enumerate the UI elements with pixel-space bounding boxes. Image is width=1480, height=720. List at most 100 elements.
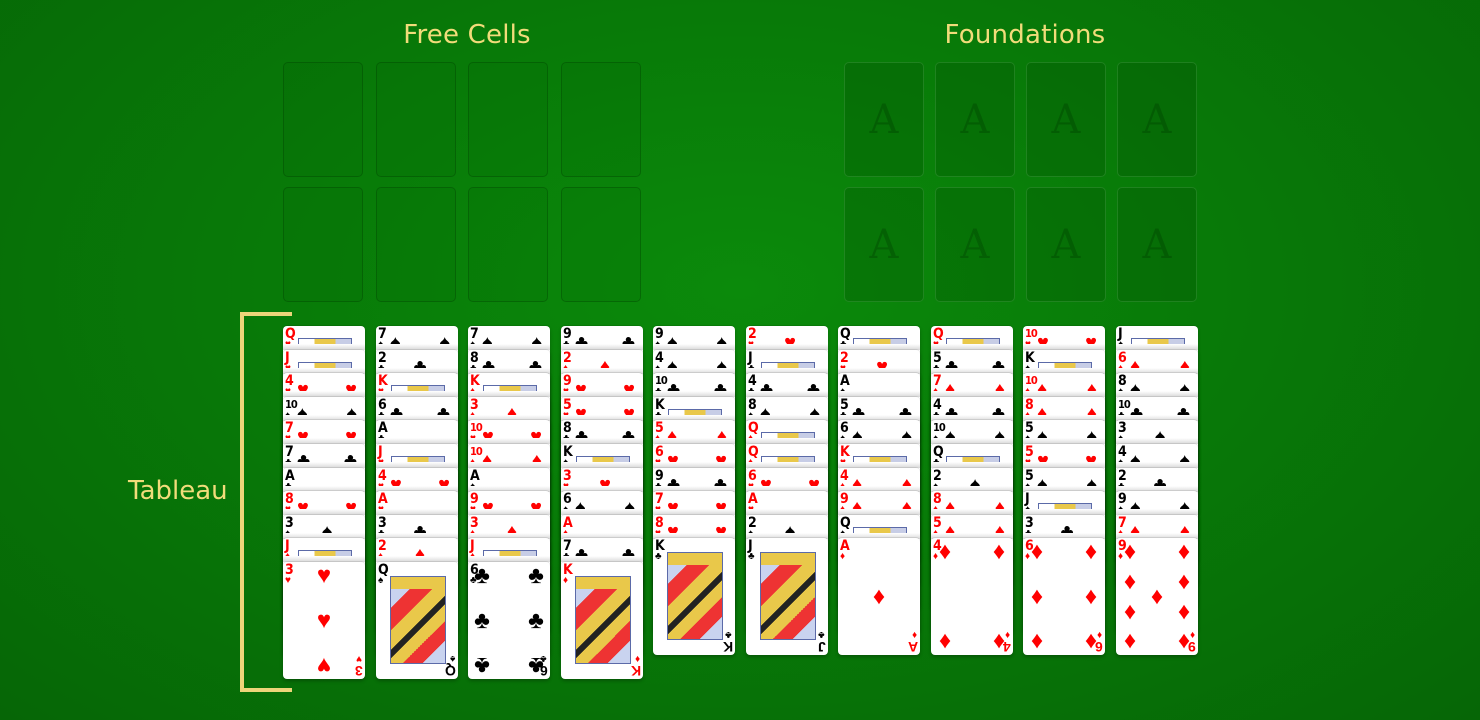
club-suit-icon: ♣: [748, 362, 755, 374]
diamond-pip-icon: ♦: [716, 426, 727, 449]
club-suit-icon: ♣: [840, 339, 847, 350]
club-suit-icon: ♣: [748, 551, 755, 563]
card-pip-row: ♥ ♥: [297, 426, 357, 449]
card-rank-label-inverted: 6: [540, 663, 548, 679]
card-pip-row: ♦ ♦: [945, 498, 1005, 518]
club-pip-icon: ♣: [575, 544, 589, 567]
heart-suit-icon: ♥: [285, 433, 291, 445]
card-pip-row: ♠ ♠: [1037, 475, 1097, 495]
card-pip-row: ♣ ♣: [575, 333, 635, 353]
club-suit-icon: ♣: [933, 362, 940, 374]
club-suit-icon: ♣: [378, 409, 385, 421]
spade-suit-icon: ♠: [1025, 362, 1031, 374]
card-pip-row: ♠ ♠: [1037, 427, 1097, 447]
heart-suit-icon: ♥: [655, 457, 661, 468]
heart-pip-icon: ♥: [1085, 332, 1097, 354]
card-king-of-clubs[interactable]: K ♣ K ♣: [653, 538, 735, 656]
foundation-slot[interactable]: A: [844, 62, 924, 177]
card-pip-row: ♦: [390, 545, 450, 565]
card-9-of-diamonds[interactable]: 9 ♦ ♦ ♦ ♦ ♦ ♦ ♦ ♦ ♦ ♦ 9 ♦: [1116, 538, 1198, 656]
spade-suit-icon: ♠: [840, 433, 846, 445]
card-3-of-hearts[interactable]: 3 ♥ ♥ ♥ ♥ 3 ♥: [283, 562, 365, 679]
spade-suit-icon: ♠: [470, 480, 476, 492]
foundation-slot[interactable]: A: [935, 62, 1015, 177]
card-pip-row: ♦: [482, 522, 542, 542]
club-suit-icon: ♣: [563, 433, 570, 445]
club-pip-icon: ♣: [713, 473, 727, 496]
diamond-pip-icon: ♦: [482, 450, 493, 472]
foundation-slot[interactable]: A: [1026, 187, 1106, 302]
diamond-suit-icon: ♦: [563, 575, 569, 586]
club-suit-icon: ♣: [933, 409, 940, 421]
card-queen-of-spades[interactable]: Q ♠ Q ♠: [376, 562, 458, 679]
foundation-slot[interactable]: A: [1026, 62, 1106, 177]
card-pip-row: ♥ ♥: [297, 380, 357, 400]
spade-suit-icon: ♠: [470, 339, 476, 350]
club-suit-icon: ♣: [748, 386, 755, 398]
card-pip-row: ♦ ♦: [1037, 402, 1097, 425]
club-pip-icon: ♣: [898, 402, 912, 425]
card-pip-row: ♥ ♥: [667, 498, 727, 518]
spade-suit-icon: ♠: [285, 409, 291, 421]
diamond-pip-icon: ♦: [1030, 582, 1044, 610]
diamond-pip-icon: ♦: [1030, 538, 1044, 566]
free-cell-slot[interactable]: [468, 62, 548, 177]
foundation-slot[interactable]: A: [1117, 62, 1197, 177]
diamond-suit-icon: ♦: [1004, 629, 1010, 641]
card-6-of-clubs[interactable]: 6 ♣ ♣ ♣ ♣ ♣ ♣ ♣ 6 ♣: [468, 562, 550, 679]
card-6-of-diamonds[interactable]: 6 ♦ ♦ ♦ ♦ ♦ ♦ ♦ 6 ♦: [1023, 538, 1105, 656]
heart-pip-icon: ♥: [575, 379, 587, 402]
card-pip-row: ♦ ♦: [667, 426, 727, 449]
spade-suit-icon: ♠: [840, 386, 846, 398]
card-pip-row: ♣: [390, 357, 450, 377]
club-pip-icon: ♣: [621, 544, 635, 567]
card-pip-row: ♠ ♠: [667, 333, 727, 353]
card-pip-row: ♥ ♥: [1037, 451, 1097, 471]
diamond-pip-icon: ♦: [938, 628, 952, 656]
tableau-label: Tableau: [128, 476, 228, 506]
face-card-art: [390, 576, 446, 664]
card-pip-row: ♦ ♦: [1037, 380, 1097, 400]
diamond-pip-icon: ♦: [994, 379, 1005, 402]
card-pip-row: ♠ ♠: [482, 333, 542, 353]
diamond-pip-icon: ♦: [945, 379, 956, 402]
card-pip-row: ♥ ♥: [390, 475, 450, 495]
club-suit-icon: ♣: [655, 480, 662, 492]
free-cell-slot[interactable]: [561, 187, 641, 302]
foundation-slot[interactable]: A: [1117, 187, 1197, 302]
card-pip-row: ♦ ♦: [1130, 522, 1190, 542]
card-pip-row: ♦ ♦: [852, 498, 912, 518]
free-cell-slot[interactable]: [468, 187, 548, 302]
spade-suit-icon: ♠: [748, 409, 754, 421]
card-pip-row: ♣ ♣: [575, 544, 635, 567]
free-cell-slot[interactable]: [283, 62, 363, 177]
heart-suit-icon: ♥: [840, 457, 846, 468]
card-king-of-diamonds[interactable]: K ♦ K ♦: [561, 562, 643, 679]
heart-suit-icon: ♥: [655, 504, 661, 516]
card-pip-row: ♠ ♠: [1130, 451, 1190, 471]
spade-pip-icon: ♠: [1179, 379, 1190, 402]
club-pip-icon: ♣: [413, 520, 427, 543]
heart-suit-icon: ♥: [748, 480, 754, 492]
club-suit-icon: ♣: [285, 457, 292, 468]
heart-pip-icon: ♥: [345, 426, 357, 449]
spade-suit-icon: ♠: [285, 527, 291, 539]
free-cell-slot[interactable]: [283, 187, 363, 302]
heart-pip-icon: ♥: [530, 497, 542, 520]
card-pip-row: ♦ ♦: [945, 379, 1005, 402]
spade-suit-icon: ♠: [1025, 480, 1031, 492]
heart-pip-icon: ♥: [667, 450, 679, 472]
foundation-slot[interactable]: A: [935, 187, 1015, 302]
card-ace-of-diamonds[interactable]: A ♦ ♦ A ♦: [838, 538, 920, 656]
club-suit-icon: ♣: [378, 362, 385, 374]
spade-suit-icon: ♠: [378, 575, 384, 586]
card-4-of-diamonds[interactable]: 4 ♦ ♦ ♦ ♦ ♦ 4 ♦: [931, 538, 1013, 656]
free-cell-slot[interactable]: [376, 62, 456, 177]
diamond-pip-icon: ♦: [1037, 402, 1048, 425]
free-cell-slot[interactable]: [561, 62, 641, 177]
card-jack-of-clubs[interactable]: J ♣ J ♣: [746, 538, 828, 656]
card-pip-row: ♠ ♠: [390, 333, 450, 353]
free-cell-slot[interactable]: [376, 187, 456, 302]
heart-pip-icon: ♥: [876, 355, 888, 378]
foundation-slot[interactable]: A: [844, 187, 924, 302]
